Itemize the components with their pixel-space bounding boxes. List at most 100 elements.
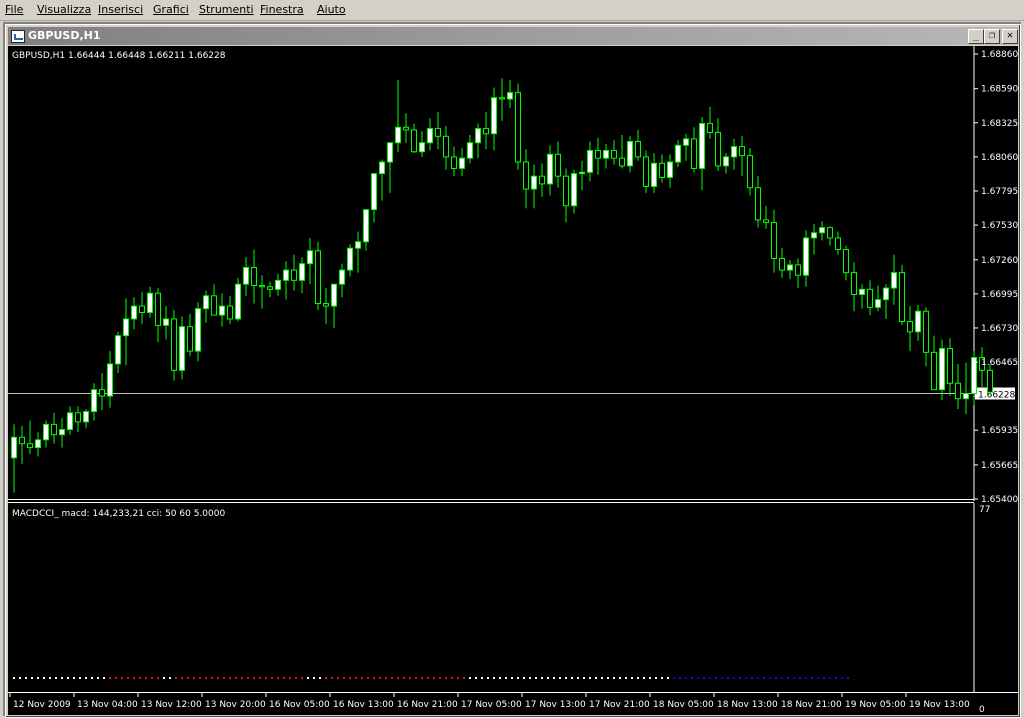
candle-body — [259, 285, 265, 288]
menu-aiuto[interactable]: Aiuto — [317, 3, 346, 16]
candle — [811, 223, 817, 255]
candle — [779, 248, 785, 278]
candle-body — [203, 295, 209, 310]
candle-body — [235, 283, 241, 320]
minimize-button[interactable]: _ — [968, 29, 984, 44]
y-tick-label: 1.68060 — [981, 153, 1018, 163]
candle-body — [427, 128, 433, 144]
candle-body — [171, 318, 177, 371]
indicator-dot — [679, 677, 681, 679]
candle — [523, 149, 529, 209]
indicator-dot — [439, 677, 441, 679]
candle — [395, 79, 401, 152]
chart-window-titlebar[interactable]: GBPUSD,H1 _ ❐ ✕ — [8, 27, 1018, 45]
candle — [859, 284, 865, 309]
indicator-dot — [361, 677, 363, 679]
candle-body — [579, 171, 585, 175]
menu-inserisci[interactable]: Inserisci — [98, 3, 143, 16]
candle-body — [563, 175, 569, 207]
indicator-dot — [685, 677, 687, 679]
candle-body — [595, 149, 601, 159]
candle-body — [299, 263, 305, 281]
x-tick-label: 17 Nov 13:00 — [525, 700, 586, 710]
candle — [123, 298, 129, 366]
restore-button[interactable]: ❐ — [984, 29, 1000, 44]
candle — [667, 154, 673, 188]
candle — [83, 408, 89, 429]
candle — [147, 286, 153, 318]
candle — [883, 284, 889, 319]
candle — [315, 241, 321, 310]
candle-body — [587, 149, 593, 173]
candle — [371, 173, 377, 223]
candle-body — [635, 140, 641, 158]
indicator-dot — [727, 677, 729, 679]
candle — [163, 306, 169, 340]
indicator-dot — [583, 677, 585, 679]
indicator-dot — [139, 677, 141, 679]
indicator-dot — [133, 677, 135, 679]
candle — [227, 295, 233, 325]
price-chart[interactable]: 1.66228 1.68860 1.68590 1.68325 1.68060 1.67… — [8, 46, 1018, 715]
candle-body — [571, 173, 577, 207]
menu-strumenti[interactable]: Strumenti — [199, 3, 254, 16]
candle — [475, 123, 481, 159]
chart-area[interactable]: 1.66228 1.68860 1.68590 1.68325 1.68060 1.67… — [8, 46, 1018, 715]
close-button[interactable]: ✕ — [1002, 29, 1018, 44]
candle — [299, 257, 305, 294]
indicator-dot — [49, 677, 51, 679]
candle — [843, 245, 849, 281]
candle — [43, 420, 49, 448]
candle-body — [675, 144, 681, 163]
candle-body — [531, 175, 537, 190]
candle-body — [83, 411, 89, 423]
y-tick-label: 1.65400 — [981, 495, 1018, 505]
candle-body — [43, 423, 49, 441]
indicator-dot — [313, 677, 315, 679]
candle-body — [27, 443, 33, 449]
x-tick-label: 19 Nov 05:00 — [845, 700, 906, 710]
chart-window-icon — [11, 30, 25, 43]
indicator-dot — [535, 677, 537, 679]
indicator-dot — [43, 677, 45, 679]
candle — [307, 237, 313, 285]
indicator-dot — [373, 677, 375, 679]
indicator-dot — [205, 677, 207, 679]
menu-visualizza[interactable]: Visualizza — [37, 3, 91, 16]
indicator-dot — [409, 677, 411, 679]
indicator-dot — [211, 677, 213, 679]
candle-body — [467, 142, 473, 159]
candle-body — [91, 389, 97, 413]
candle-body — [371, 173, 377, 211]
candle — [747, 147, 753, 196]
candle — [499, 78, 505, 121]
candle-body — [107, 363, 113, 397]
candle-body — [219, 305, 225, 316]
y-tick-label: 1.65665 — [981, 461, 1018, 471]
candle — [891, 254, 897, 305]
candle — [547, 145, 553, 196]
candle-body — [179, 326, 185, 371]
candle-body — [283, 269, 289, 281]
menu-grafici[interactable]: Grafici — [153, 3, 189, 16]
candle — [579, 160, 585, 191]
candle-body — [459, 157, 465, 169]
menu-file[interactable]: File — [5, 3, 23, 16]
indicator-dot — [751, 677, 753, 679]
candle — [603, 144, 609, 169]
indicator-dot — [79, 677, 81, 679]
candle — [587, 141, 593, 182]
indicator-dot — [421, 677, 423, 679]
indicator-dot — [127, 677, 129, 679]
candle — [611, 140, 617, 165]
indicator-dot — [715, 677, 717, 679]
indicator-dot — [811, 677, 813, 679]
candle-body — [723, 156, 729, 167]
indicator-dot — [781, 677, 783, 679]
candle — [211, 284, 217, 316]
candle — [443, 126, 449, 170]
candle — [99, 372, 105, 411]
candle — [27, 420, 33, 454]
menu-finestra[interactable]: Finestra — [260, 3, 304, 16]
candle-body — [451, 156, 457, 169]
